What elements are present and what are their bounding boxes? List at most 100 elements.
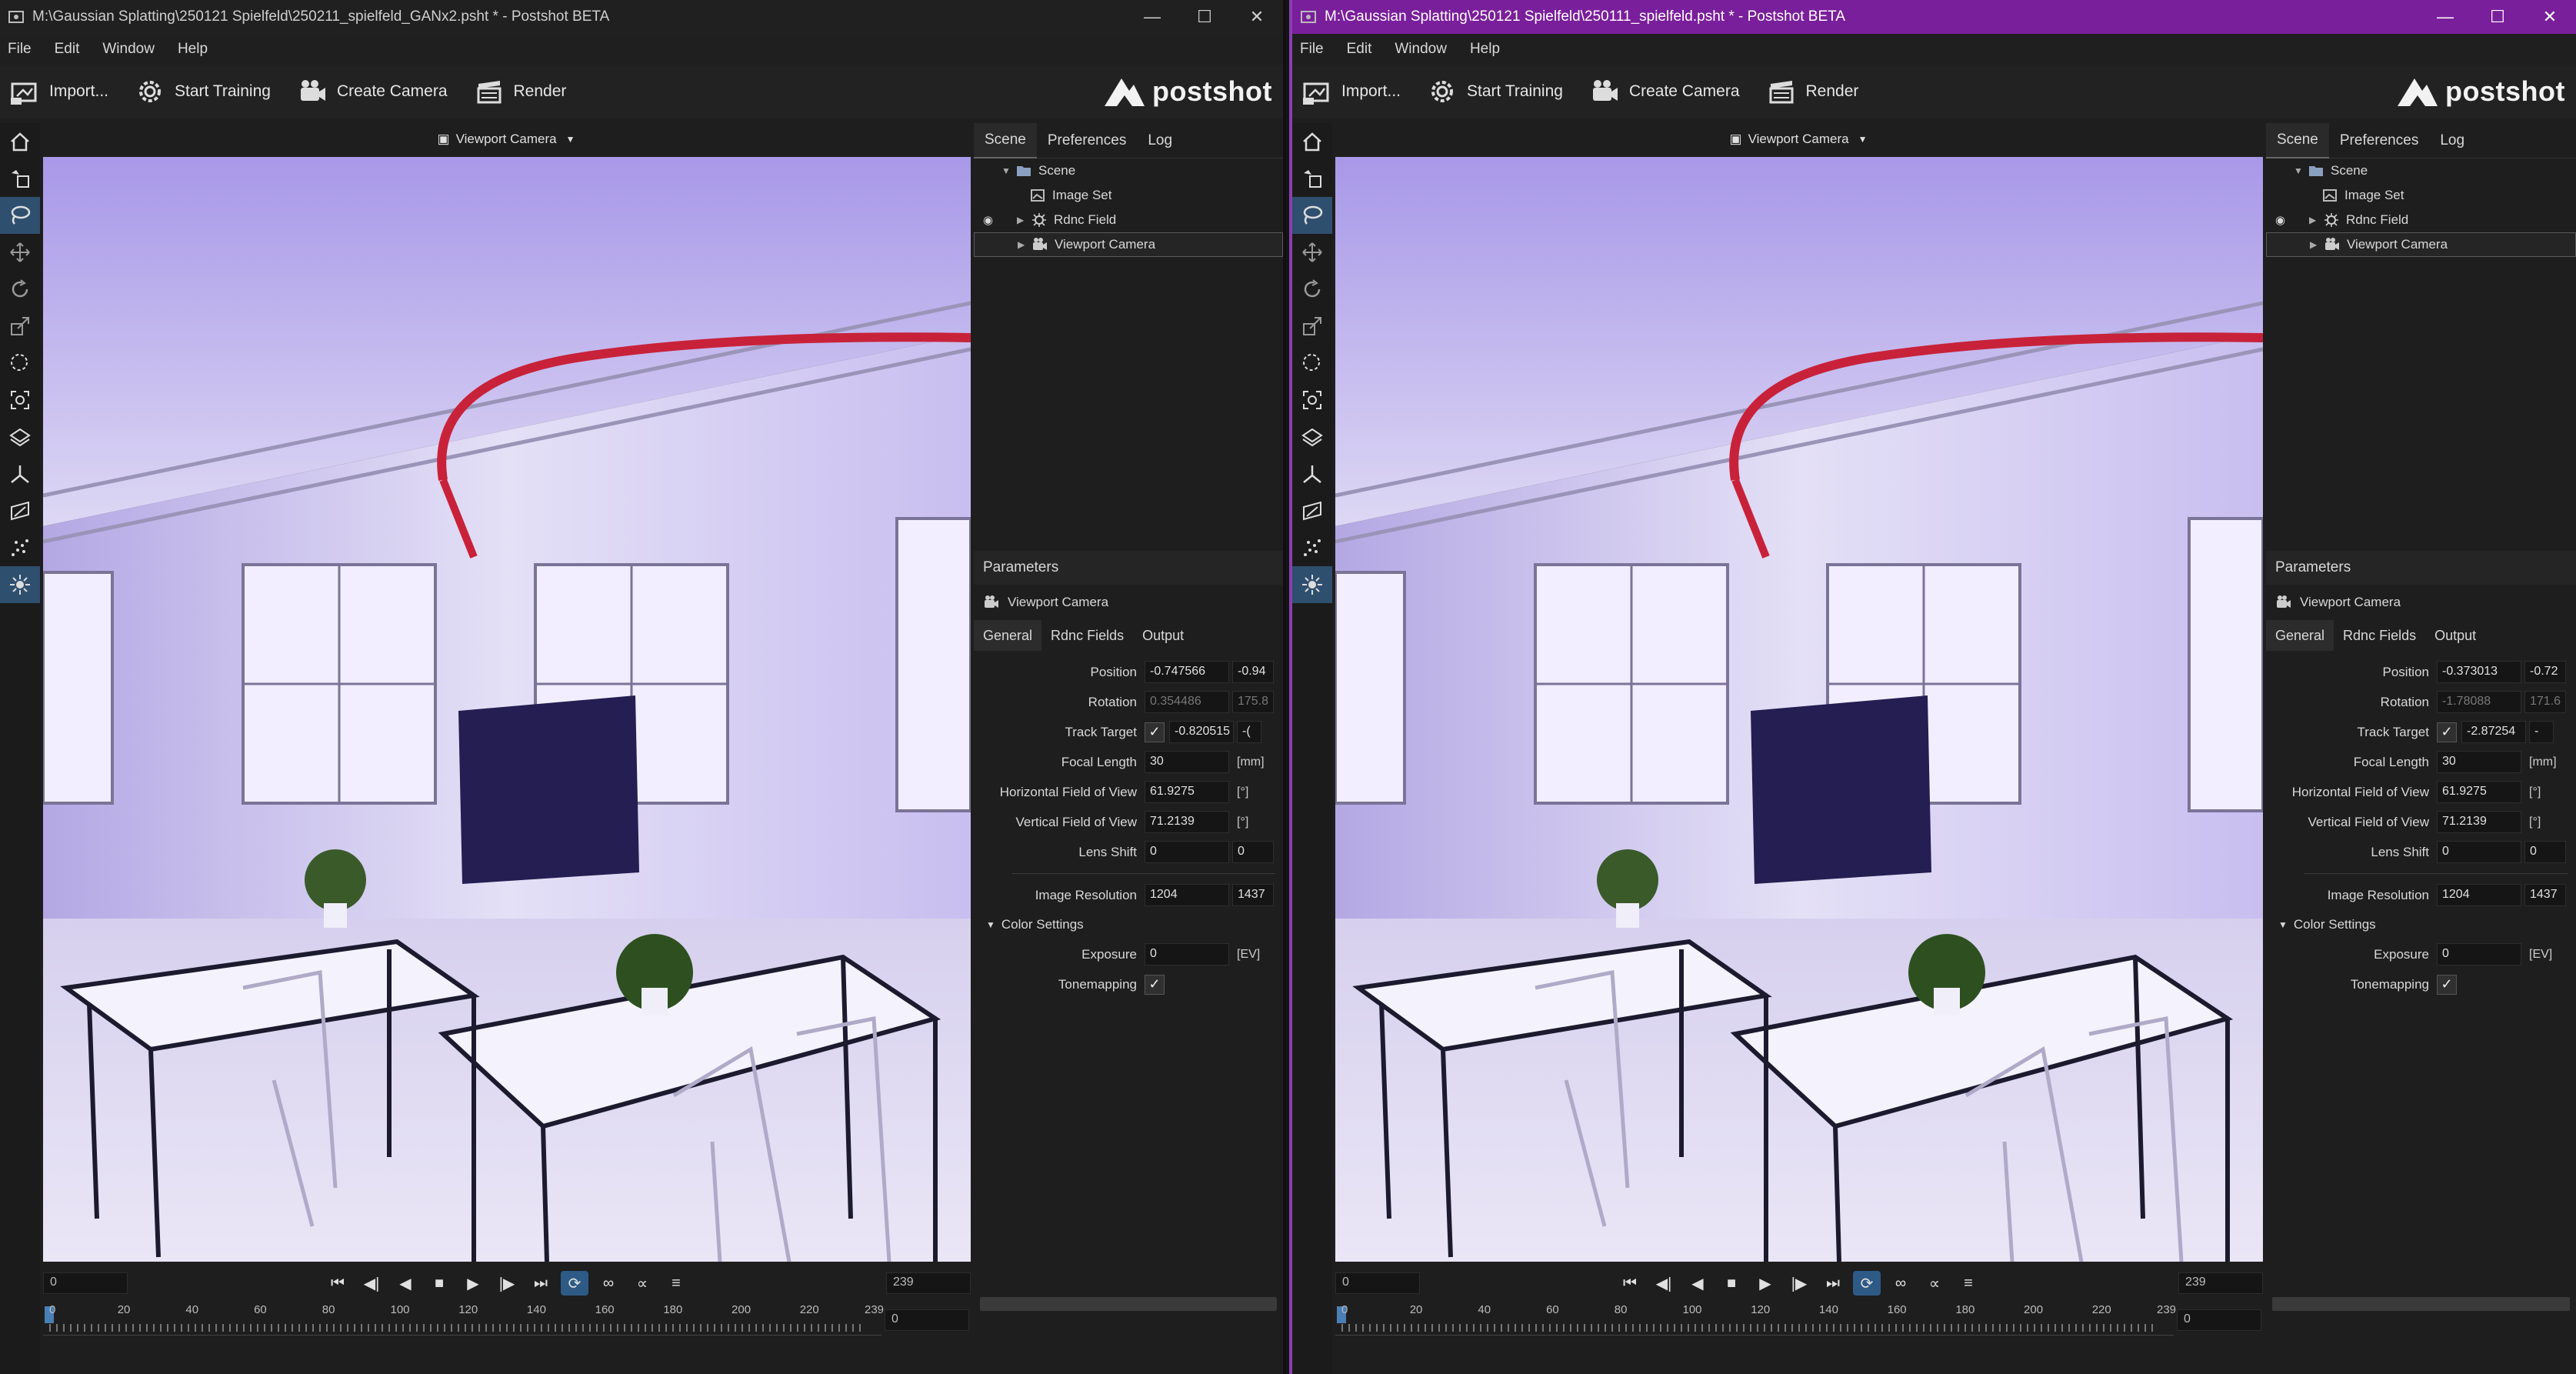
step-forward-icon[interactable]: |▶ (1785, 1271, 1813, 1296)
tree-item-rdnc-field[interactable]: ◉ ▶ Rdnc Field (2266, 208, 2576, 232)
tree-item-scene[interactable]: ▼ Scene (974, 158, 1283, 183)
lasso-icon[interactable] (1292, 197, 1332, 234)
chevron-down-icon[interactable]: ▼ (2294, 165, 2308, 176)
tab-general[interactable]: General (2266, 620, 2334, 651)
hfov-input[interactable]: 61.9275 (2437, 781, 2521, 803)
move-icon[interactable] (1292, 234, 1332, 271)
close-icon[interactable]: ✕ (2524, 0, 2576, 34)
tree-item-viewport-camera[interactable]: ▶ Viewport Camera (974, 232, 1283, 257)
tab-log[interactable]: Log (2429, 123, 2475, 158)
loop-icon[interactable]: ⟳ (561, 1271, 588, 1296)
step-forward-icon[interactable]: |▶ (493, 1271, 521, 1296)
exposure-input[interactable]: 0 (1145, 943, 1229, 965)
points-icon[interactable] (0, 529, 40, 566)
tab-scene[interactable]: Scene (974, 122, 1037, 158)
color-settings-section[interactable]: ▼ Color Settings (2266, 910, 2576, 939)
stop-icon[interactable]: ■ (1718, 1271, 1745, 1296)
track-target-checkbox[interactable]: ✓ (2437, 722, 2457, 742)
play-reverse-icon[interactable]: ◀ (392, 1271, 419, 1296)
menu-help[interactable]: Help (178, 41, 208, 58)
rotation-x-input[interactable]: 0.354486 (1145, 691, 1229, 713)
position-x-input[interactable]: -0.373013 (2437, 661, 2521, 683)
tree-item-viewport-camera[interactable]: ▶ Viewport Camera (2266, 232, 2576, 257)
select-circle-icon[interactable] (0, 345, 40, 382)
menu-edit[interactable]: Edit (55, 41, 80, 58)
viewport-camera-selector[interactable]: Viewport Camera (456, 132, 557, 147)
tree-item-rdnc-field[interactable]: ◉ ▶ Rdnc Field (974, 208, 1283, 232)
menu-file[interactable]: File (1300, 41, 1324, 58)
track-target-x-input[interactable]: -2.87254 (2461, 721, 2526, 743)
skip-to-start-icon[interactable]: ⏮ (1616, 1271, 1644, 1296)
viewport-camera-selector[interactable]: Viewport Camera (1748, 132, 1849, 147)
chevron-down-icon[interactable]: ▼ (1858, 134, 1868, 145)
focus-icon[interactable] (1292, 382, 1332, 419)
track-target-y-input[interactable]: -( (1237, 721, 1261, 743)
maximize-icon[interactable]: ☐ (2471, 0, 2524, 34)
title-bar[interactable]: M:\Gaussian Splatting\250121 Spielfeld\2… (1292, 0, 2576, 34)
menu-help[interactable]: Help (1470, 41, 1500, 58)
close-icon[interactable]: ✕ (1231, 0, 1283, 34)
play-icon[interactable]: ▶ (1751, 1271, 1779, 1296)
tonemapping-checkbox[interactable]: ✓ (1145, 974, 1165, 995)
focal-length-input[interactable]: 30 (1145, 751, 1229, 773)
interpolate-icon[interactable]: ≡ (1954, 1271, 1982, 1296)
tonemapping-checkbox[interactable]: ✓ (2437, 974, 2457, 995)
tab-output[interactable]: Output (2425, 620, 2485, 651)
add-object-icon[interactable] (1292, 160, 1332, 197)
resolution-width-input[interactable]: 1204 (1145, 884, 1229, 906)
rotation-x-input[interactable]: -1.78088 (2437, 691, 2521, 713)
viewport-header[interactable]: ▣ Viewport Camera ▼ (43, 123, 969, 155)
title-bar[interactable]: M:\Gaussian Splatting\250121 Spielfeld\2… (0, 0, 1283, 34)
points-icon[interactable] (1292, 529, 1332, 566)
start-frame-field[interactable]: 0 (1335, 1272, 1420, 1294)
import-button[interactable]: Import... (9, 76, 108, 107)
play-icon[interactable]: ▶ (459, 1271, 487, 1296)
eye-icon[interactable]: ◉ (983, 213, 1008, 227)
resolution-height-input[interactable]: 1437 (2524, 884, 2566, 906)
tab-preferences[interactable]: Preferences (2329, 123, 2429, 158)
current-frame-field[interactable]: 0 (885, 1309, 969, 1331)
stop-icon[interactable]: ■ (425, 1271, 453, 1296)
hfov-input[interactable]: 61.9275 (1145, 781, 1229, 803)
resolution-height-input[interactable]: 1437 (1232, 884, 1274, 906)
3d-viewport[interactable] (43, 157, 971, 1262)
tab-preferences[interactable]: Preferences (1037, 123, 1137, 158)
panel-scrollbar[interactable] (980, 1297, 1277, 1311)
end-frame-field[interactable]: 239 (2178, 1272, 2263, 1294)
exposure-input[interactable]: 0 (2437, 943, 2521, 965)
layers-icon[interactable] (0, 419, 40, 455)
track-target-y-input[interactable]: - (2529, 721, 2554, 743)
tree-item-scene[interactable]: ▼ Scene (2266, 158, 2576, 183)
tab-log[interactable]: Log (1137, 123, 1183, 158)
start-frame-field[interactable]: 0 (43, 1272, 128, 1294)
import-button[interactable]: Import... (1301, 76, 1401, 107)
chevron-right-icon[interactable]: ▶ (1018, 239, 1031, 250)
move-icon[interactable] (0, 234, 40, 271)
menu-edit[interactable]: Edit (1347, 41, 1372, 58)
create-camera-button[interactable]: Create Camera (297, 76, 448, 107)
timeline-ruler[interactable]: 0 20 40 60 80 100 120 140 160 180 200 220 239 (43, 1302, 884, 1336)
tab-rdnc-fields[interactable]: Rdnc Fields (1041, 620, 1133, 651)
layers-icon[interactable] (1292, 419, 1332, 455)
vfov-input[interactable]: 71.2139 (1145, 811, 1229, 833)
rotate-icon[interactable] (0, 271, 40, 308)
start-training-button[interactable]: Start Training (135, 76, 271, 107)
position-y-input[interactable]: -0.94 (1232, 661, 1274, 683)
chevron-right-icon[interactable]: ▶ (2310, 239, 2324, 250)
play-reverse-icon[interactable]: ◀ (1684, 1271, 1711, 1296)
lasso-icon[interactable] (0, 197, 40, 234)
menu-window[interactable]: Window (102, 41, 155, 58)
skip-to-end-icon[interactable]: ⏭ (527, 1271, 555, 1296)
eye-icon[interactable]: ◉ (2275, 213, 2300, 227)
chevron-right-icon[interactable]: ▶ (1017, 215, 1031, 225)
light-icon[interactable] (0, 566, 40, 603)
loop-icon[interactable]: ⟳ (1853, 1271, 1881, 1296)
tree-item-image-set[interactable]: Image Set (974, 183, 1283, 208)
maximize-icon[interactable]: ☐ (1178, 0, 1231, 34)
position-y-input[interactable]: -0.72 (2524, 661, 2566, 683)
rotate-icon[interactable] (1292, 271, 1332, 308)
add-object-icon[interactable] (0, 160, 40, 197)
minimize-icon[interactable]: — (1126, 0, 1178, 34)
focal-length-input[interactable]: 30 (2437, 751, 2521, 773)
tree-item-image-set[interactable]: Image Set (2266, 183, 2576, 208)
